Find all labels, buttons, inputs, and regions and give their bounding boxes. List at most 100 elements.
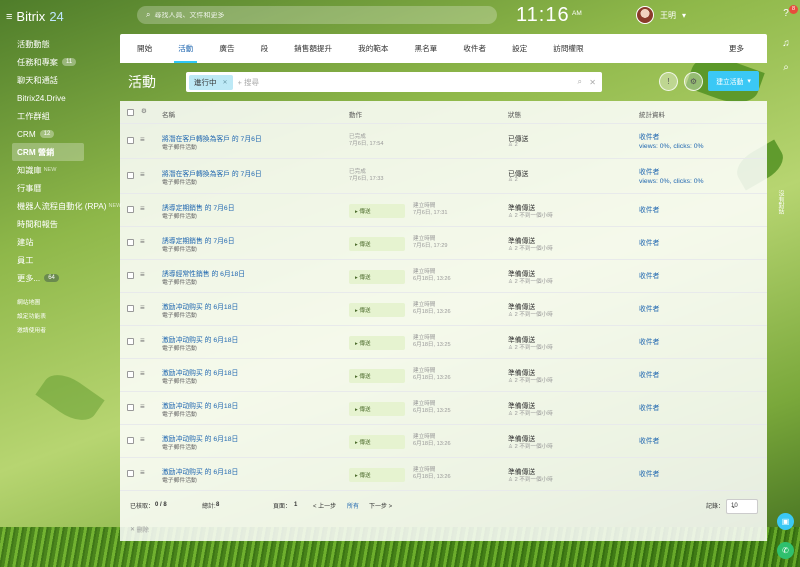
sidebar-item[interactable]: 時間和報告 (17, 215, 117, 233)
recipients-link[interactable]: 收件者 (639, 305, 659, 314)
table-row[interactable]: ≡ 將潛在客戶轉換為客戶 的 7月6日 電子郵件活動 已完成 7月6日, 17:33 已傳… (120, 159, 767, 194)
row-checkbox[interactable] (127, 136, 134, 144)
sidebar-item[interactable]: CRM 12 (17, 125, 117, 143)
row-menu-icon[interactable]: ≡ (140, 237, 145, 246)
row-menu-icon[interactable]: ≡ (140, 170, 145, 179)
tab-item[interactable]: 廣告 (206, 34, 247, 63)
sidebar-item[interactable]: 聊天和通話 (17, 71, 117, 89)
bell-icon[interactable]: ♫ (779, 38, 793, 52)
tab-item[interactable]: 活動 (165, 34, 206, 63)
sidebar-link[interactable]: 網站地圖 (17, 294, 46, 308)
send-button[interactable]: 傳送 (349, 368, 405, 383)
recipients-link[interactable]: 收件者 (639, 239, 659, 248)
logo[interactable]: ≡ Bitrix 24 (6, 9, 64, 24)
send-button[interactable]: 傳送 (349, 401, 405, 416)
filter-bar[interactable]: 進行中 ✕ ⌕ ✕ (186, 72, 602, 92)
global-search[interactable]: ⌕ (137, 6, 497, 24)
prev-page-link[interactable]: < 上一步 (313, 501, 336, 510)
gear-icon[interactable]: ⚙ (684, 72, 703, 91)
send-button[interactable]: 傳送 (349, 467, 405, 482)
send-button[interactable]: 傳送 (349, 236, 405, 251)
row-menu-icon[interactable]: ≡ (140, 435, 145, 444)
row-checkbox[interactable] (127, 337, 134, 345)
info-icon[interactable]: ! (659, 72, 678, 91)
open-lines-icon[interactable]: ▣ (777, 513, 794, 530)
filter-chip[interactable]: 進行中 ✕ (189, 74, 233, 90)
clock[interactable]: 11:16 (516, 4, 570, 27)
table-row[interactable]: ≡激励冲动购买 的 6月18日電子郵件活動傳送建立時間6月18日, 13:26準… (120, 293, 767, 326)
table-row[interactable]: ≡誘導經常性銷售 的 6月18日電子郵件活動傳送建立時間6月18日, 13:26… (120, 260, 767, 293)
user-name[interactable]: 王明 (660, 10, 676, 21)
recipients-link[interactable]: 收件者 (639, 437, 659, 446)
sidebar-item[interactable]: 行事曆 (17, 179, 117, 197)
row-checkbox[interactable] (127, 370, 134, 378)
tab-item[interactable]: 段 (248, 34, 282, 63)
row-menu-icon[interactable]: ≡ (140, 135, 145, 144)
avatar[interactable] (636, 6, 654, 24)
show-all-link[interactable]: 所有 (347, 501, 359, 510)
menu-burger-icon[interactable]: ≡ (6, 11, 12, 23)
tab-item[interactable]: 更多 (716, 34, 757, 63)
sidebar-item[interactable]: 活動動態 (17, 35, 117, 53)
tab-item[interactable]: 訪問權限 (540, 34, 596, 63)
sidebar-item[interactable]: 更多... 64 (17, 269, 117, 287)
sidebar-item[interactable]: Bitrix24.Drive (17, 89, 117, 107)
delete-icon[interactable]: ✕ (130, 526, 135, 533)
records-per-page-select[interactable]: 10 ⌄ (726, 499, 758, 514)
global-search-input[interactable] (154, 11, 455, 19)
close-icon[interactable]: ✕ (223, 79, 228, 86)
sidebar-item[interactable]: CRM 營銷 (12, 143, 84, 161)
sidebar-link[interactable]: 設定功能表 (17, 308, 46, 322)
recipients-link[interactable]: 收件者 (639, 272, 659, 281)
create-campaign-button[interactable]: 建立活動 ▾ (708, 71, 759, 91)
row-checkbox[interactable] (127, 271, 134, 279)
sidebar-item[interactable]: 任務和專案 11 (17, 53, 117, 71)
clear-icon[interactable]: ✕ (589, 78, 596, 87)
send-button[interactable]: 傳送 (349, 269, 405, 284)
search-icon[interactable]: ⌕ (578, 77, 582, 87)
sidebar-item[interactable]: 知識庫 NEW (17, 161, 117, 179)
table-row[interactable]: ≡誘導定期銷售 的 7月6日電子郵件活動傳送建立時間7月6日, 17:31準備傳… (120, 194, 767, 227)
row-menu-icon[interactable]: ≡ (140, 204, 145, 213)
recipients-link[interactable]: 收件者 (639, 168, 659, 177)
row-checkbox[interactable] (127, 436, 134, 444)
table-row[interactable]: ≡激励冲动购买 的 6月18日電子郵件活動傳送建立時間6月18日, 13:26準… (120, 359, 767, 392)
send-button[interactable]: 傳送 (349, 335, 405, 350)
user-menu[interactable]: 王明 ▾ (636, 6, 686, 24)
row-menu-icon[interactable]: ≡ (140, 402, 145, 411)
table-row[interactable]: ≡激励冲动购买 的 6月18日電子郵件活動傳送建立時間6月18日, 13:26準… (120, 425, 767, 458)
send-button[interactable]: 傳送 (349, 302, 405, 317)
stats-text[interactable]: views: 0%, clicks: 0% (639, 142, 704, 151)
row-menu-icon[interactable]: ≡ (140, 468, 145, 477)
stats-text[interactable]: views: 0%, clicks: 0% (639, 177, 704, 186)
send-button[interactable]: 傳送 (349, 434, 405, 449)
recipients-link[interactable]: 收件者 (639, 404, 659, 413)
recipients-link[interactable]: 收件者 (639, 470, 659, 479)
sidebar-item[interactable]: 建站 (17, 233, 117, 251)
row-checkbox[interactable] (127, 171, 134, 179)
tab-item[interactable]: 我的範本 (345, 34, 401, 63)
row-checkbox[interactable] (127, 403, 134, 411)
header-action[interactable]: 動作 (349, 109, 362, 119)
table-row[interactable]: ≡激励冲动购买 的 6月18日電子郵件活動傳送建立時間6月18日, 13:25準… (120, 326, 767, 359)
header-name[interactable]: 名稱 (162, 109, 175, 119)
row-menu-icon[interactable]: ≡ (140, 303, 145, 312)
table-row[interactable]: ≡激励冲动购买 的 6月18日電子郵件活動傳送建立時間6月18日, 13:25準… (120, 392, 767, 425)
tab-item[interactable]: 銷售額提升 (281, 34, 345, 63)
next-page-link[interactable]: 下一步 > (369, 501, 392, 510)
row-checkbox[interactable] (127, 304, 134, 312)
sidebar-item[interactable]: 工作群組 (17, 107, 117, 125)
header-stats[interactable]: 統計資料 (639, 109, 665, 119)
tab-item[interactable]: 開始 (124, 34, 165, 63)
chat-sidebar-label[interactable]: 沒有對話 (776, 190, 785, 214)
tab-item[interactable]: 黑名單 (402, 34, 451, 63)
send-button[interactable]: 傳送 (349, 203, 405, 218)
row-menu-icon[interactable]: ≡ (140, 270, 145, 279)
filter-search-input[interactable] (237, 77, 518, 87)
grid-settings-icon[interactable]: ⚙ (141, 107, 147, 115)
row-menu-icon[interactable]: ≡ (140, 336, 145, 345)
sidebar-link[interactable]: 邀請使用者 (17, 322, 46, 336)
header-status[interactable]: 狀態 (508, 109, 521, 119)
table-row[interactable]: ≡ 將潛在客戶轉換為客戶 的 7月6日 電子郵件活動 已完成 7月6日, 17:54 已傳… (120, 124, 767, 159)
row-checkbox[interactable] (127, 205, 134, 213)
